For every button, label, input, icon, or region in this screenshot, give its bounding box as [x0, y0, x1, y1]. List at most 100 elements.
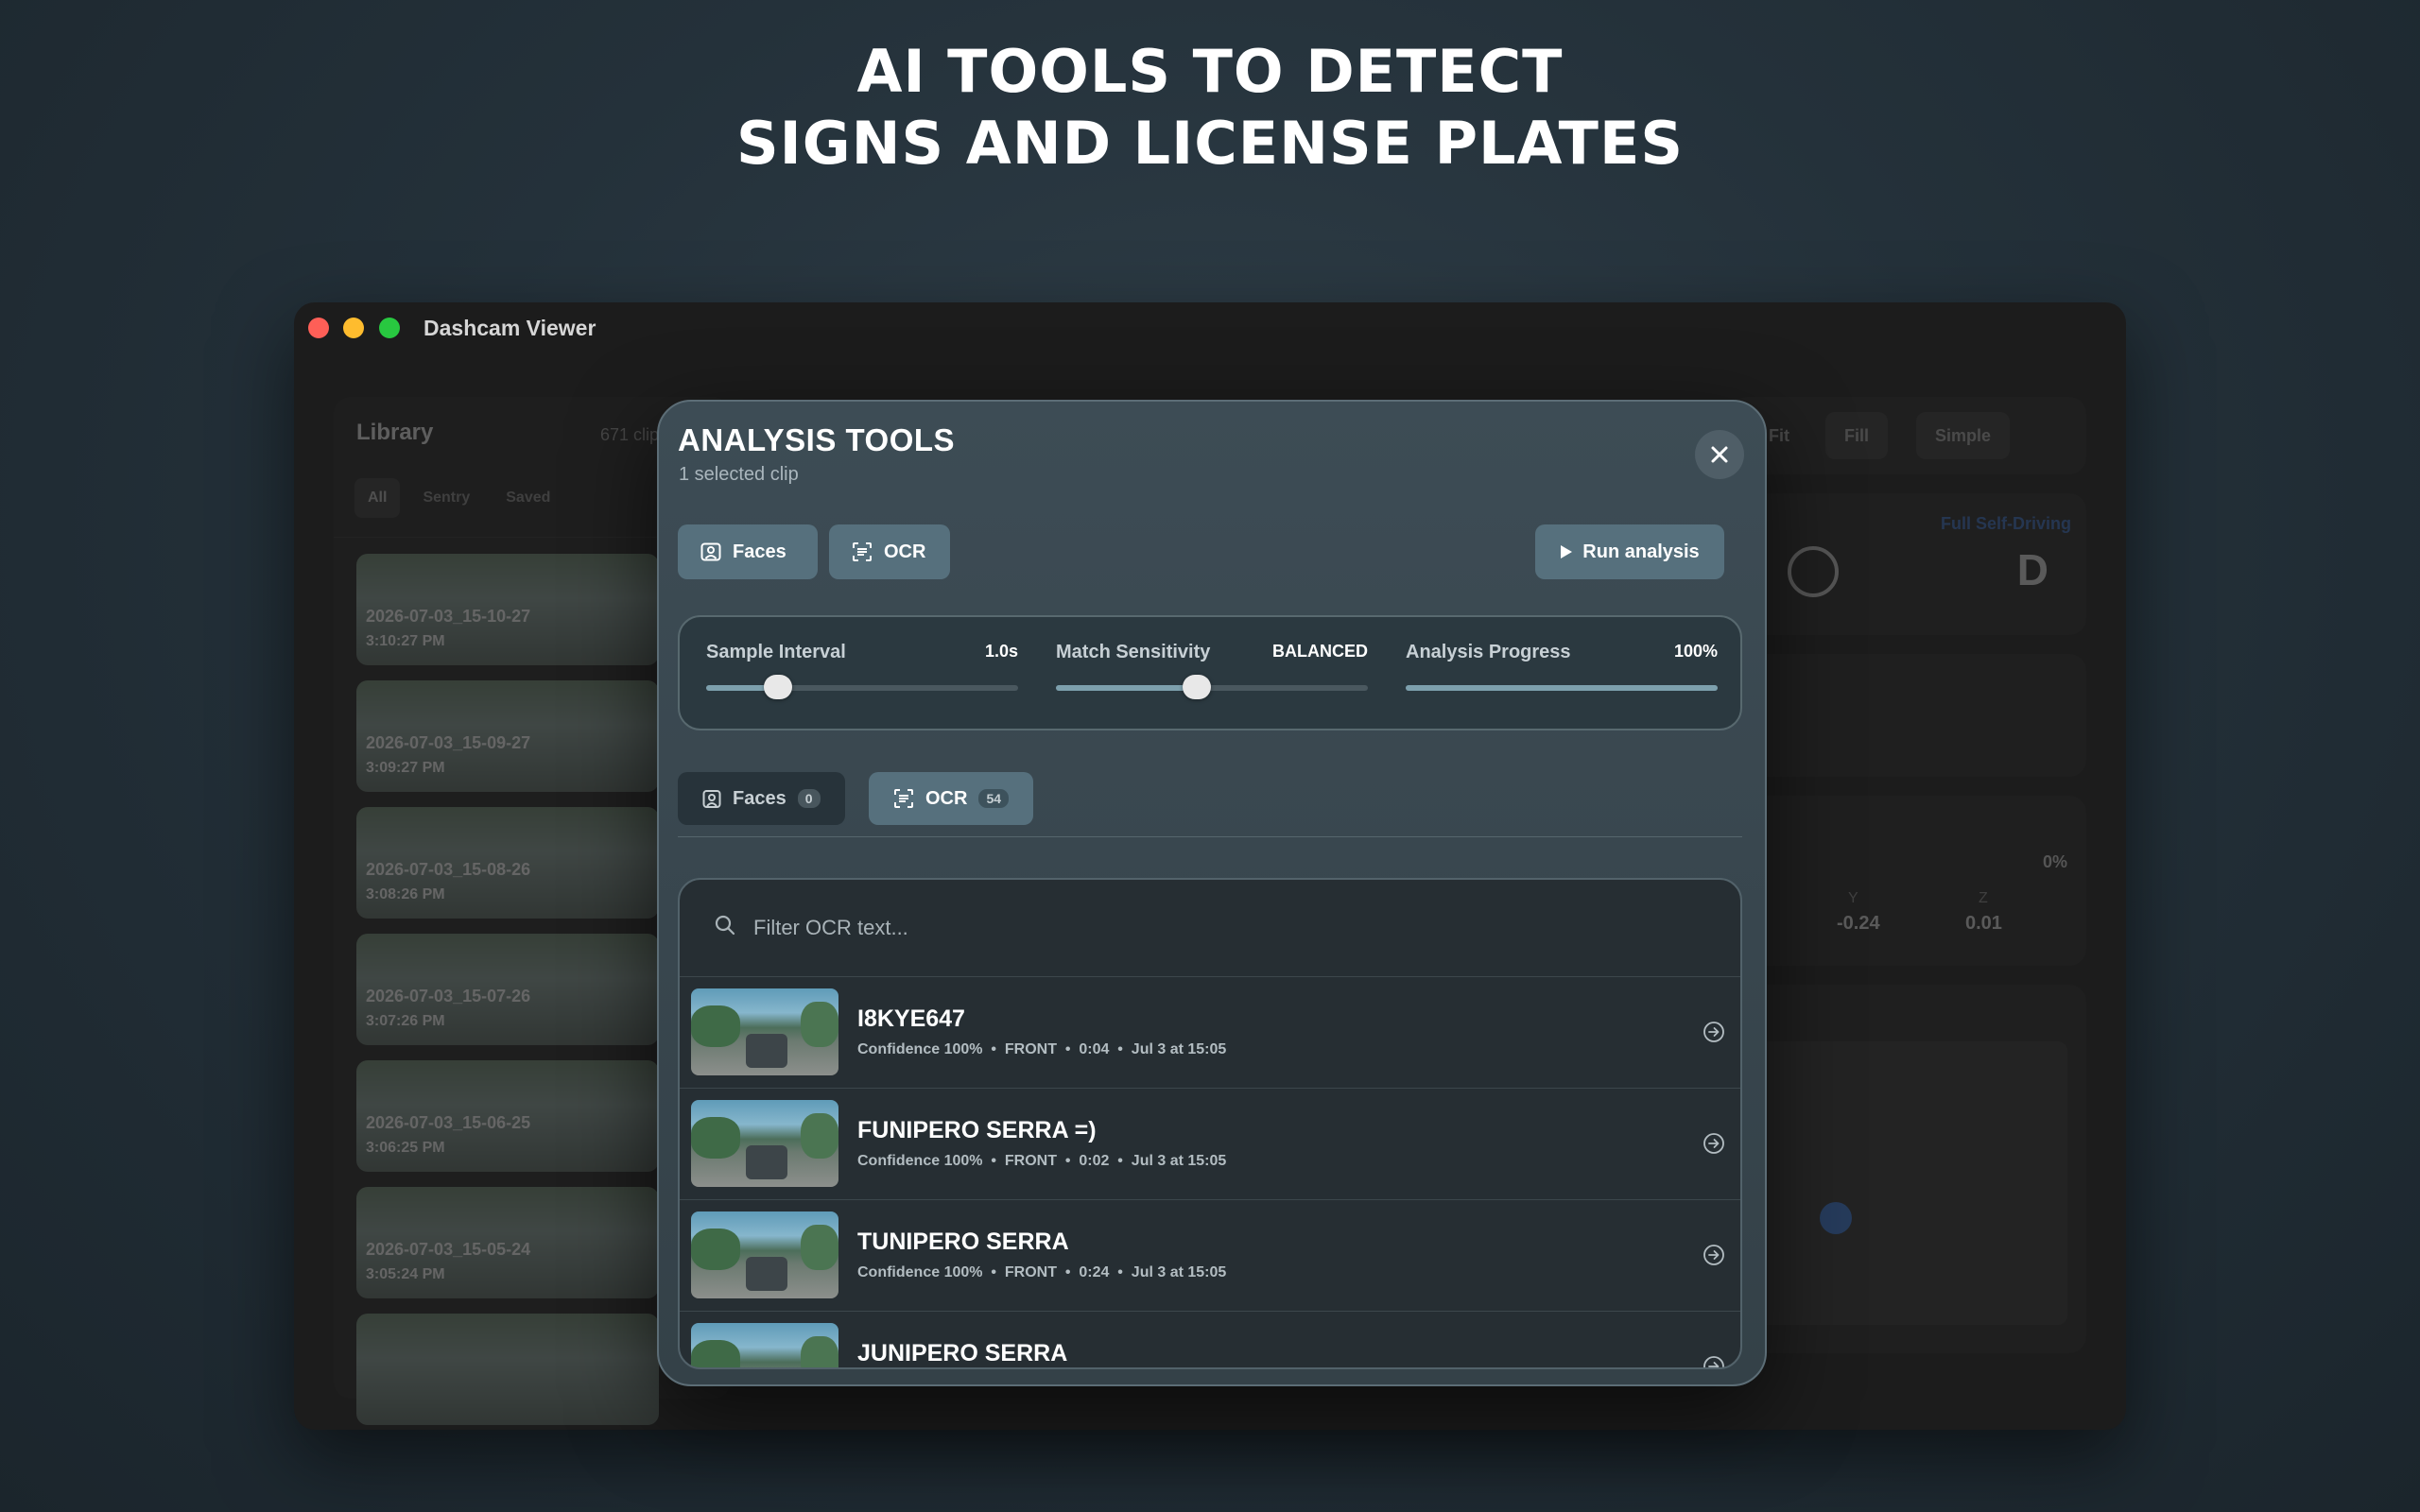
close-button[interactable] — [1695, 430, 1744, 479]
tab-faces-count: 0 — [797, 789, 821, 808]
ocr-result-row[interactable]: JUNIPERO SERRA — [680, 1312, 1740, 1369]
clip-item[interactable]: 2026-07-03_15-09-27 3:09:27 PM — [356, 680, 659, 792]
headline-line-1: AI TOOLS TO DETECT — [856, 37, 1564, 106]
title-bar: Dashcam Viewer — [294, 302, 2126, 355]
ocr-results-panel: I8KYE647 Confidence 100% • FRONT • 0:04 … — [678, 878, 1742, 1369]
ocr-offset: 0:24 — [1079, 1264, 1110, 1280]
sample-interval-slider[interactable] — [706, 675, 1018, 699]
ocr-result-row[interactable]: FUNIPERO SERRA =) Confidence 100% • FRON… — [680, 1089, 1740, 1200]
arrow-circle-right-icon[interactable] — [1703, 1244, 1725, 1266]
clip-item[interactable]: 2026-07-03_15-06-25 3:06:25 PM — [356, 1060, 659, 1172]
analysis-progress-value: 100% — [1673, 642, 1718, 661]
result-thumbnail — [691, 988, 838, 1075]
ocr-camera: FRONT — [1004, 1153, 1057, 1169]
ocr-date: Jul 3 at 15:05 — [1131, 1041, 1227, 1057]
library-title: Library — [356, 420, 434, 445]
ocr-date: Jul 3 at 15:05 — [1131, 1264, 1227, 1280]
map[interactable] — [1750, 1041, 2067, 1325]
tab-ocr[interactable]: OCR 54 — [869, 772, 1034, 825]
ocr-meta: Confidence 100% • FRONT • 0:24 • Jul 3 a… — [857, 1264, 1227, 1280]
minimize-window-button[interactable] — [343, 318, 364, 338]
faces-tool-button[interactable]: Faces — [678, 524, 818, 579]
clip-name: 2026-07-03_15-06-25 — [366, 1113, 531, 1132]
clip-name: 2026-07-03_15-08-26 — [366, 860, 531, 879]
clip-name: 2026-07-03_15-09-27 — [366, 733, 531, 752]
arrow-circle-right-icon[interactable] — [1703, 1355, 1725, 1369]
library-tab-sentry[interactable]: Sentry — [409, 478, 483, 518]
clip-time: 3:08:26 PM — [366, 886, 445, 902]
right-panel: Fit Fill Simple Full Self-Driving D 0% 3… — [1731, 397, 2086, 1399]
clip-item[interactable]: 2026-07-03_15-05-24 3:05:24 PM — [356, 1187, 659, 1298]
modal-subtitle: 1 selected clip — [679, 464, 799, 485]
match-sensitivity-thumb[interactable] — [1182, 675, 1211, 699]
close-window-button[interactable] — [308, 318, 329, 338]
faces-icon — [700, 542, 721, 561]
headline: AI TOOLS TO DETECT SIGNS AND LICENSE PLA… — [0, 36, 2420, 180]
arrow-circle-right-icon[interactable] — [1703, 1021, 1725, 1043]
result-thumbnail — [691, 1211, 838, 1298]
ocr-tool-button[interactable]: OCR — [829, 524, 950, 579]
telemetry-z-label: Z — [1979, 890, 1988, 906]
library-tab-saved[interactable]: Saved — [493, 478, 563, 518]
tab-faces-label: Faces — [733, 787, 786, 809]
match-sensitivity-fill — [1056, 685, 1197, 691]
clip-time: 3:07:26 PM — [366, 1013, 445, 1029]
analysis-progress-label: Analysis Progress — [1406, 642, 1571, 662]
clip-item[interactable]: 2026-07-03_15-08-26 3:08:26 PM — [356, 807, 659, 919]
tab-faces[interactable]: Faces 0 — [678, 772, 845, 825]
ocr-text: I8KYE647 — [857, 1005, 965, 1032]
search-icon — [715, 915, 735, 936]
clip-time: 3:05:24 PM — [366, 1266, 445, 1282]
ocr-confidence: Confidence 100% — [857, 1041, 983, 1057]
sample-interval-thumb[interactable] — [763, 675, 792, 699]
library-tab-all[interactable]: All — [354, 478, 401, 518]
analysis-tools-modal: ANALYSIS TOOLS 1 selected clip Faces OCR… — [657, 400, 1767, 1386]
tab-ocr-label: OCR — [925, 787, 968, 809]
run-analysis-button[interactable]: Run analysis — [1535, 524, 1724, 579]
ocr-text: JUNIPERO SERRA — [857, 1340, 1068, 1366]
clip-item[interactable]: 2026-07-03_15-10-27 3:10:27 PM — [356, 554, 659, 665]
filter-ocr-input[interactable] — [752, 910, 1606, 946]
clip-name: 2026-07-03_15-10-27 — [366, 607, 531, 626]
play-icon — [1561, 545, 1573, 558]
clip-name: 2026-07-03_15-05-24 — [366, 1240, 531, 1259]
ocr-meta: Confidence 100% • FRONT • 0:02 • Jul 3 a… — [857, 1153, 1227, 1169]
result-thumbnail — [691, 1100, 838, 1187]
arrow-circle-right-icon[interactable] — [1703, 1132, 1725, 1155]
analysis-progress-bar — [1406, 685, 1718, 691]
ocr-tool-label: OCR — [884, 541, 926, 562]
telemetry-z-value: 0.01 — [1965, 913, 2002, 934]
faces-tool-label: Faces — [733, 541, 786, 562]
match-sensitivity-slider[interactable] — [1056, 675, 1368, 699]
match-sensitivity-label: Match Sensitivity — [1056, 642, 1211, 662]
zoom-window-button[interactable] — [379, 318, 400, 338]
library-count: 671 clip — [600, 425, 660, 444]
tabs-divider — [678, 836, 1742, 837]
tab-ocr-count: 54 — [978, 789, 1010, 808]
ocr-text: TUNIPERO SERRA — [857, 1228, 1069, 1255]
run-analysis-label: Run analysis — [1582, 541, 1700, 562]
analysis-settings: Sample Interval 1.0s Match Sensitivity B… — [678, 615, 1742, 730]
ocr-result-row[interactable]: TUNIPERO SERRA Confidence 100% • FRONT •… — [680, 1200, 1740, 1312]
result-thumbnail — [691, 1323, 838, 1367]
clip-time: 3:10:27 PM — [366, 633, 445, 649]
close-icon — [1711, 446, 1728, 463]
ocr-icon — [894, 789, 913, 808]
telemetry-percent: 0% — [2042, 852, 2067, 871]
ocr-offset: 0:04 — [1079, 1041, 1110, 1057]
playback-card — [1731, 654, 2086, 777]
telemetry-y-value: -0.24 — [1837, 913, 1880, 934]
map-card — [1731, 985, 2086, 1353]
modal-title: ANALYSIS TOOLS — [678, 422, 956, 457]
ocr-confidence: Confidence 100% — [857, 1264, 983, 1280]
sample-interval-label: Sample Interval — [706, 642, 846, 662]
library-tabs: All Sentry Saved — [354, 478, 563, 518]
ocr-result-row[interactable]: I8KYE647 Confidence 100% • FRONT • 0:04 … — [680, 977, 1740, 1089]
clip-item[interactable]: 2026-07-03_15-07-26 3:07:26 PM — [356, 934, 659, 1045]
steering-wheel-icon — [1788, 546, 1839, 597]
ocr-camera: FRONT — [1004, 1041, 1057, 1057]
clip-item[interactable] — [356, 1314, 659, 1425]
fill-button[interactable]: Fill — [1825, 412, 1888, 459]
view-toolbar: Fit Fill Simple — [1731, 397, 2086, 474]
simple-button[interactable]: Simple — [1916, 412, 2011, 459]
